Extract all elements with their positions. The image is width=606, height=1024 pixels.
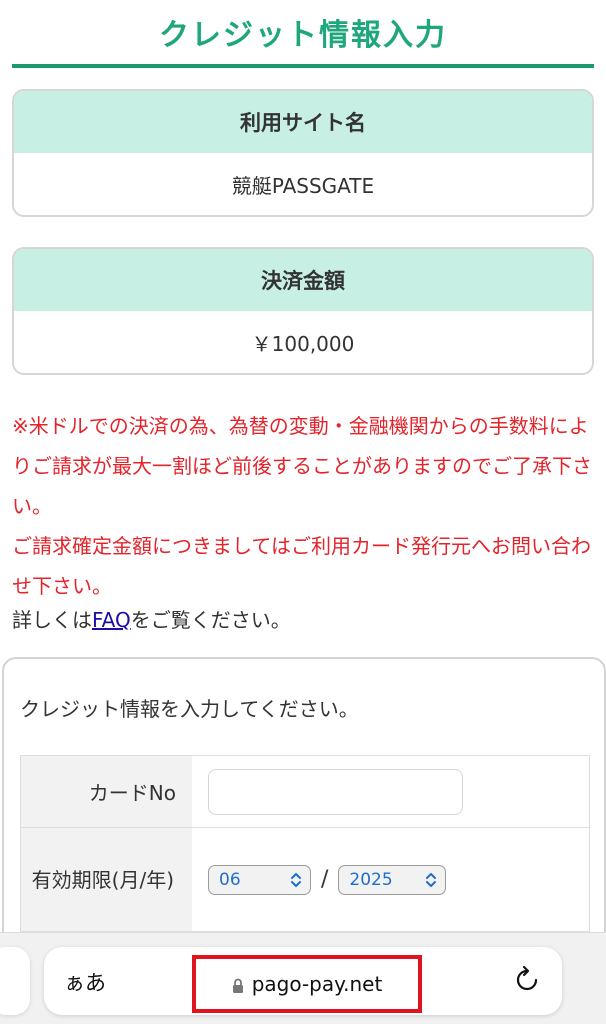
chevron-updown-icon	[425, 872, 437, 888]
credit-intro-text: クレジット情報を入力してください。	[20, 697, 359, 721]
previous-tab-peek[interactable]	[0, 947, 30, 1015]
address-bar[interactable]: ぁあ pago-pay.net	[44, 947, 562, 1015]
faq-link[interactable]: FAQ	[92, 608, 131, 632]
site-name-value: 競艇PASSGATE	[231, 173, 375, 198]
expiry-month-value: 06	[219, 869, 241, 890]
site-name-heading: 利用サイト名	[14, 91, 592, 153]
expiry-month-select[interactable]: 06	[208, 864, 311, 895]
page-settings-button[interactable]: ぁあ	[64, 967, 106, 997]
url-text: pago-pay.net	[251, 972, 383, 996]
card-number-row: カードNo	[21, 756, 589, 828]
amount-card: 決済金額 ￥100,000	[12, 247, 594, 375]
faq-line: 詳しくはFAQをご覧ください。	[12, 600, 598, 640]
amount-value: ￥100,000	[251, 331, 355, 356]
contact-warning-text: ご請求確定金額につきましてはご利用カード発行元へお問い合わせ下さい。	[12, 534, 591, 598]
fx-warning-text: ※米ドルでの決済の為、為替の変動・金融機関からの手数料によりご請求が最大一割ほど…	[12, 414, 592, 518]
amount-heading: 決済金額	[14, 249, 592, 311]
card-number-label: カードNo	[21, 756, 192, 827]
card-number-input[interactable]	[208, 768, 463, 815]
expiry-year-value: 2025	[349, 869, 393, 890]
reload-icon[interactable]	[512, 965, 542, 995]
site-name-card: 利用サイト名 競艇PASSGATE	[12, 89, 594, 217]
faq-prefix: 詳しくは	[12, 608, 92, 632]
browser-toolbar: ぁあ pago-pay.net	[0, 932, 606, 1024]
page-title: クレジット情報入力	[159, 18, 447, 53]
expiry-row: 有効期限(月/年) 06 / 2025	[21, 828, 589, 932]
chevron-updown-icon	[290, 872, 302, 888]
lock-icon	[232, 978, 243, 993]
title-divider	[12, 64, 594, 68]
faq-suffix: をご覧ください。	[130, 608, 291, 632]
expiry-separator: /	[321, 867, 329, 892]
url-highlight-box[interactable]: pago-pay.net	[192, 955, 422, 1013]
expiry-year-select[interactable]: 2025	[338, 864, 447, 895]
expiry-label: 有効期限(月/年)	[21, 828, 192, 931]
